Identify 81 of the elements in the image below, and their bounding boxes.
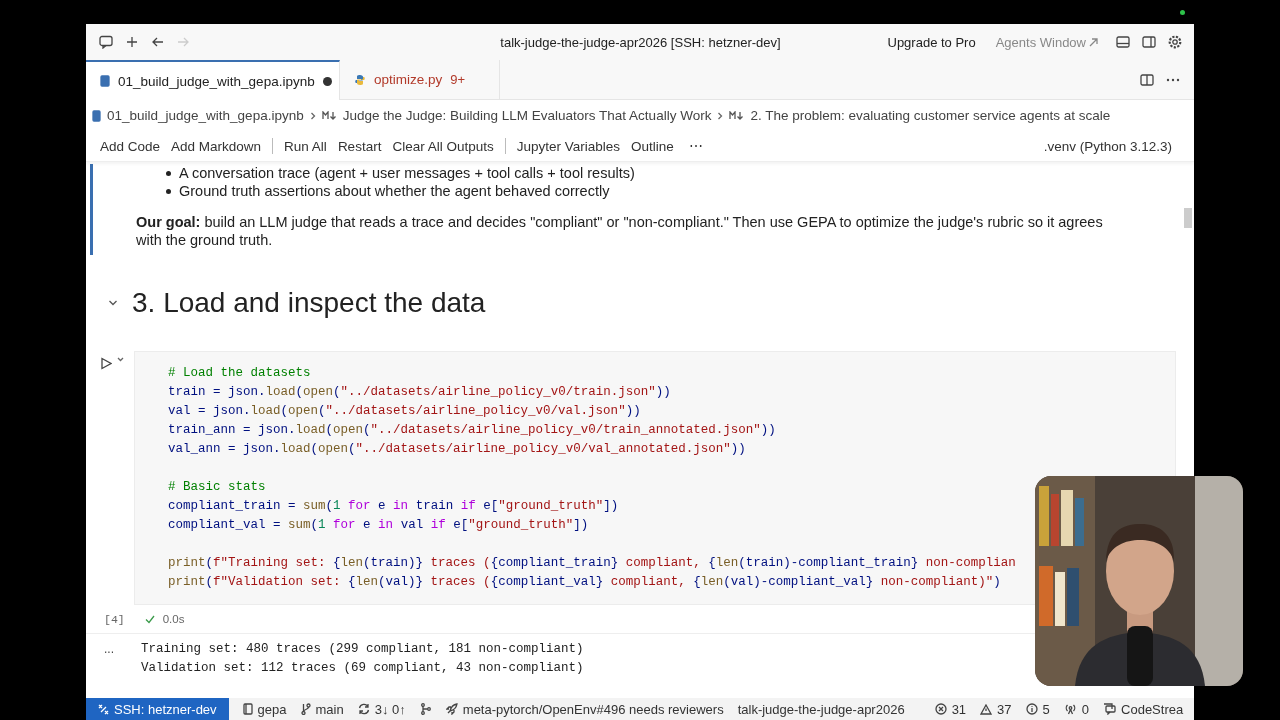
- sidebar-toggle-icon[interactable]: [1142, 36, 1156, 48]
- rocket-icon: [445, 703, 458, 715]
- markdown-icon: [321, 111, 337, 120]
- toolbar-button[interactable]: Jupyter Variables: [516, 138, 620, 154]
- settings-icon[interactable]: [1168, 35, 1182, 49]
- split-editor-icon[interactable]: [1140, 73, 1154, 86]
- status-item[interactable]: 31: [951, 701, 967, 717]
- chevron-icon: [717, 111, 724, 120]
- code-line: print(f"Training set: {len(train)} traces ({compliant_train} compliant, {len(train)-compliant_train} non-complian: [168, 555, 1017, 572]
- error-icon: [934, 703, 947, 715]
- status-item[interactable]: 37: [997, 701, 1012, 717]
- breadcrumb-item[interactable]: 01_build_judge_with_gepa.ipynb: [107, 108, 304, 123]
- output-line: Validation set: 112 traces (69 compliant, 43 non-compliant): [141, 660, 584, 677]
- code-line: val_ann = json.load(open("../datasets/airline_policy_v0/val_annotated.json")): [168, 441, 747, 458]
- remote-icon: [98, 703, 109, 715]
- execution-time: 0.0s: [162, 613, 185, 625]
- plus-icon[interactable]: [126, 36, 138, 48]
- problem-count: 9+: [450, 72, 466, 87]
- recording-indicator-icon: [1180, 10, 1185, 15]
- list-item: Ground truth assertions about whether the agent behaved correctly: [179, 183, 610, 199]
- sync-icon: [357, 703, 370, 715]
- run-cell-icon[interactable]: [100, 357, 112, 370]
- code-line: val = json.load(open("../datasets/airline_policy_v0/val.json")): [168, 403, 642, 420]
- window-title: talk-judge-the-judge-apr2026 [SSH: hetzner-dev]: [499, 34, 782, 50]
- breadcrumb-item[interactable]: 2. The problem: evaluating customer service agents at scale: [750, 108, 1111, 123]
- more-actions-icon[interactable]: [1166, 77, 1180, 82]
- code-line: train_ann = json.load(open("../datasets/airline_policy_v0/train_annotated.json")): [168, 422, 777, 439]
- collapse-chevron-icon[interactable]: [108, 298, 118, 308]
- info-icon: [1025, 703, 1038, 715]
- code-editor[interactable]: [134, 351, 1176, 605]
- back-arrow-icon[interactable]: [151, 36, 164, 48]
- branch-icon: [300, 703, 311, 715]
- toolbar-button[interactable]: Restart: [337, 138, 382, 154]
- paragraph: Our goal: build an LLM judge that reads a trace and decides "compliant" or "non-compliant." Then use GEPA to optimize the judge's rubric so it agrees with the ground truth.: [136, 213, 1104, 250]
- bullet-icon: [166, 170, 171, 176]
- status-item[interactable]: talk-judge-the-judge-apr2026: [737, 701, 905, 717]
- code-line: print(f"Validation set: {len(val)} traces ({compliant_val} compliant, {len(val)-compliant_val} non-compliant)"): [168, 574, 1002, 591]
- toolbar-button[interactable]: Clear All Outputs: [392, 138, 494, 154]
- warning-icon: [980, 703, 993, 715]
- broadcast-icon: [1063, 703, 1077, 715]
- editor-tab[interactable]: optimize.py 9+: [340, 60, 500, 99]
- output-line: Training set: 480 traces (299 compliant, 181 non-compliant): [141, 641, 584, 658]
- execution-count: [4]: [104, 612, 125, 626]
- toolbar-button[interactable]: Run All: [284, 138, 327, 154]
- toolbar-button[interactable]: Add Code: [100, 138, 161, 154]
- status-item[interactable]: main: [315, 701, 344, 717]
- markdown-icon: [729, 111, 745, 120]
- output-actions-button[interactable]: ...: [86, 640, 141, 658]
- kernel-picker[interactable]: .venv (Python 3.12.3): [1043, 138, 1172, 154]
- external-arrow-icon: [1089, 37, 1098, 47]
- editor-tab[interactable]: 01_build_judge_with_gepa.ipynb: [86, 60, 340, 100]
- status-item[interactable]: 5: [1042, 701, 1050, 717]
- notebook-icon: [242, 703, 253, 715]
- more-button[interactable]: ⋯: [688, 138, 703, 154]
- toolbar-button[interactable]: Add Markdown: [171, 138, 262, 154]
- code-line: compliant_val = sum(1 for e in val if e["ground_truth"]): [168, 517, 590, 534]
- toolbar-button[interactable]: Outline: [631, 138, 674, 154]
- chevron-icon: [309, 111, 316, 120]
- code-line: compliant_train = sum(1 for e in train if e["ground_truth"]): [168, 498, 620, 515]
- python-icon: [354, 73, 366, 86]
- graph-icon[interactable]: [419, 703, 432, 715]
- chat-icon: [1103, 703, 1117, 715]
- code-line: train = json.load(open("../datasets/airline_policy_v0/train.json")): [168, 384, 672, 401]
- status-item[interactable]: meta-pytorch/OpenEnv#496 needs reviewers: [462, 701, 724, 717]
- status-item[interactable]: CodeStrea: [1121, 701, 1184, 717]
- status-item[interactable]: gepa: [257, 701, 287, 717]
- notebook-icon: [100, 75, 110, 87]
- notebook-icon: [92, 109, 101, 122]
- code-line: # Load the datasets: [168, 365, 312, 382]
- code-line: # Basic stats: [168, 479, 267, 496]
- breadcrumb-item[interactable]: Judge the Judge: Building LLM Evaluators That Actually Work: [342, 108, 712, 123]
- status-item[interactable]: 3↓ 0↑: [374, 701, 406, 717]
- upgrade-button[interactable]: Upgrade to Pro: [887, 34, 976, 50]
- section-heading: 3. Load and inspect the data: [132, 287, 486, 319]
- chevron-down-icon[interactable]: [117, 357, 124, 362]
- status-item[interactable]: 0: [1081, 701, 1090, 717]
- panel-toggle-icon[interactable]: [1116, 36, 1130, 48]
- scrollbar-thumb[interactable]: [1184, 208, 1192, 228]
- bullet-icon: [166, 188, 171, 194]
- chat-icon[interactable]: [99, 35, 113, 49]
- list-item: A conversation trace (agent + user messages + tool calls + tool results): [179, 165, 635, 181]
